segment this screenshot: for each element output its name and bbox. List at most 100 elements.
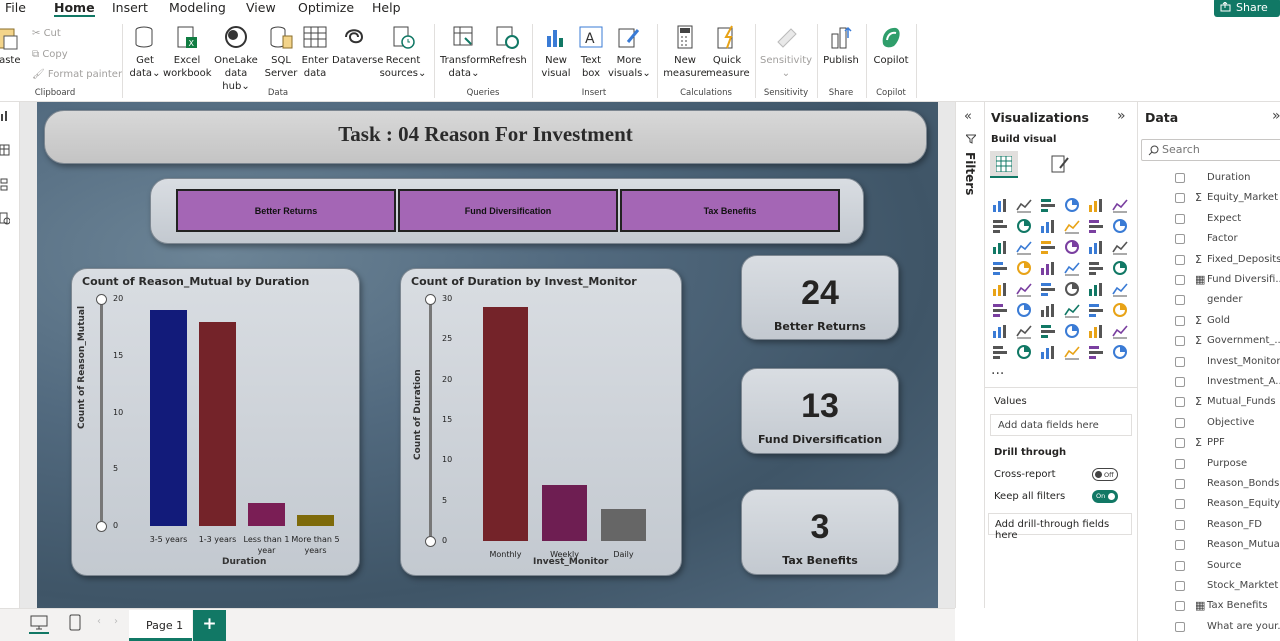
bar[interactable]: [601, 508, 646, 541]
visual-type-icon[interactable]: [1112, 281, 1128, 297]
field-name[interactable]: Factor: [1207, 233, 1238, 244]
field-checkbox[interactable]: [1175, 601, 1185, 612]
field-checkbox[interactable]: [1175, 336, 1185, 347]
keep-all-filters-toggle[interactable]: On: [1092, 490, 1118, 503]
slicer-handle[interactable]: [96, 521, 107, 532]
visual-type-icon[interactable]: [1016, 344, 1032, 360]
visual-type-icon[interactable]: [1112, 218, 1128, 234]
slicer-track[interactable]: [100, 299, 103, 526]
visual-type-icon[interactable]: [1016, 197, 1032, 213]
quick-measure-button[interactable]: Quick measure: [706, 24, 750, 80]
field-name[interactable]: What are your...: [1207, 621, 1280, 632]
page-next-icon[interactable]: ›: [114, 616, 118, 627]
tax-benefits-button[interactable]: Tax Benefits: [620, 189, 840, 232]
field-checkbox[interactable]: [1175, 173, 1185, 183]
more-visuals-button[interactable]: More visuals⌄: [608, 24, 651, 80]
bar[interactable]: [542, 484, 587, 541]
visual-type-icon[interactable]: [1040, 281, 1056, 297]
bar[interactable]: [297, 514, 334, 526]
menu-help[interactable]: Help: [372, 0, 401, 15]
visual-type-icon[interactable]: [1088, 323, 1104, 339]
new-visual-button[interactable]: New visual: [538, 24, 574, 80]
slicer-track[interactable]: [429, 299, 432, 541]
field-name[interactable]: Invest_Monitor: [1207, 356, 1280, 367]
page-tab-1[interactable]: Page 1: [129, 610, 192, 641]
field-checkbox[interactable]: [1175, 254, 1185, 265]
share-button[interactable]: Share: [1214, 0, 1280, 17]
field-checkbox[interactable]: [1175, 438, 1185, 449]
report-view-icon[interactable]: [0, 110, 10, 122]
mobile-layout-icon[interactable]: [69, 614, 81, 631]
collapse-right-icon[interactable]: »: [1117, 108, 1126, 124]
field-name[interactable]: Reason_FD: [1207, 519, 1262, 530]
field-checkbox[interactable]: [1175, 581, 1185, 591]
field-checkbox[interactable]: [1175, 397, 1185, 408]
menu-home[interactable]: Home: [54, 0, 95, 17]
visual-type-icon[interactable]: [992, 239, 1008, 255]
model-view-icon[interactable]: [0, 178, 10, 192]
visual-type-icon[interactable]: [1040, 344, 1056, 360]
visual-type-icon[interactable]: [1040, 239, 1056, 255]
visual-type-icon[interactable]: [1064, 323, 1080, 339]
visual-type-icon[interactable]: [1088, 239, 1104, 255]
field-checkbox[interactable]: [1175, 499, 1185, 510]
kpi-card-tax-benefits[interactable]: 3 Tax Benefits: [741, 489, 899, 575]
visual-type-icon[interactable]: [992, 344, 1008, 360]
bar[interactable]: [199, 321, 236, 526]
visual-type-icon[interactable]: [1088, 302, 1104, 318]
field-checkbox[interactable]: [1175, 356, 1185, 367]
get-data-button[interactable]: Get data⌄: [128, 24, 162, 80]
field-name[interactable]: Reason_Equity: [1207, 498, 1280, 509]
visual-type-icon[interactable]: [1112, 323, 1128, 339]
visual-type-icon[interactable]: [992, 281, 1008, 297]
visual-type-icon[interactable]: [1112, 344, 1128, 360]
onelake-button[interactable]: OneLake data hub⌄: [211, 24, 261, 93]
excel-workbook-button[interactable]: X Excel workbook: [163, 24, 212, 80]
better-returns-button[interactable]: Better Returns: [176, 189, 396, 232]
menu-optimize[interactable]: Optimize: [298, 0, 354, 15]
field-checkbox[interactable]: [1175, 458, 1185, 469]
field-name[interactable]: Reason_Bonds: [1207, 478, 1279, 489]
field-name[interactable]: Purpose: [1207, 458, 1247, 469]
cross-report-toggle[interactable]: Off: [1092, 468, 1118, 481]
field-checkbox[interactable]: [1175, 621, 1185, 632]
format-visual-icon[interactable]: [1050, 154, 1070, 174]
visual-type-icon[interactable]: [1088, 260, 1104, 276]
visual-type-icon[interactable]: [1088, 197, 1104, 213]
sensitivity-button[interactable]: Sensitivity ⌄: [760, 24, 812, 80]
reason-mutual-by-duration-chart[interactable]: Count of Reason_Mutual by Duration Count…: [71, 268, 360, 576]
visual-type-icon[interactable]: [1064, 302, 1080, 318]
field-name[interactable]: Equity_Market: [1207, 192, 1278, 203]
visual-type-icon[interactable]: [1040, 302, 1056, 318]
menu-file[interactable]: File: [5, 0, 26, 15]
visual-type-icon[interactable]: [1040, 218, 1056, 234]
search-box[interactable]: [1141, 139, 1280, 161]
bar[interactable]: [150, 310, 187, 526]
field-name[interactable]: Reason_Mutual: [1207, 539, 1280, 550]
text-box-button[interactable]: A Text box: [574, 24, 608, 80]
menu-view[interactable]: View: [246, 0, 276, 15]
add-page-button[interactable]: +: [193, 610, 226, 641]
field-name[interactable]: Source: [1207, 560, 1241, 571]
visual-type-icon[interactable]: [1064, 281, 1080, 297]
field-name[interactable]: gender: [1207, 294, 1242, 305]
field-name[interactable]: Duration: [1207, 172, 1250, 183]
field-checkbox[interactable]: [1175, 417, 1185, 428]
field-checkbox[interactable]: [1175, 193, 1185, 204]
dataverse-button[interactable]: Dataverse: [332, 24, 383, 67]
field-name[interactable]: Stock_Marktet: [1207, 580, 1278, 591]
field-checkbox[interactable]: [1175, 213, 1185, 224]
transform-data-button[interactable]: Transform data⌄: [440, 24, 490, 80]
visual-type-icon[interactable]: [1088, 344, 1104, 360]
publish-button[interactable]: Publish: [821, 24, 861, 67]
more-visuals-ellipsis[interactable]: ...: [991, 362, 1004, 378]
recent-sources-button[interactable]: Recent sources⌄: [379, 24, 427, 80]
build-visual-tab[interactable]: [990, 151, 1018, 178]
copilot-button[interactable]: Copilot: [871, 24, 911, 67]
visual-type-icon[interactable]: [992, 218, 1008, 234]
kpi-card-fund-diversification[interactable]: 13 Fund Diversification: [741, 368, 899, 454]
visual-type-icon[interactable]: [1112, 197, 1128, 213]
collapse-left-icon[interactable]: «: [964, 109, 972, 124]
visual-type-icon[interactable]: [992, 302, 1008, 318]
kpi-card-better-returns[interactable]: 24 Better Returns: [741, 255, 899, 340]
